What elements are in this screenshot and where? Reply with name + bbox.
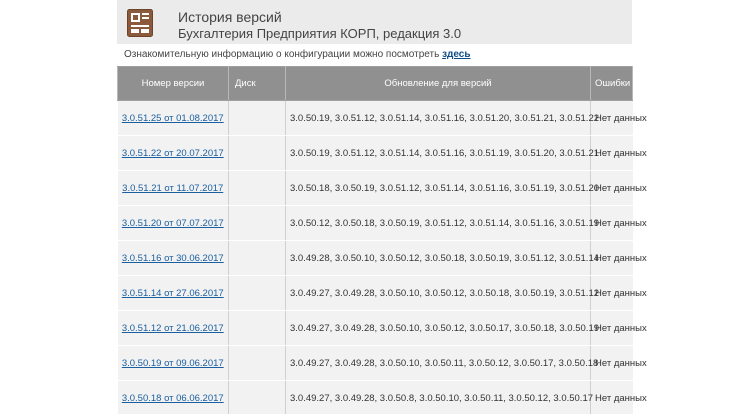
version-cell: 3.0.51.14 от 27.06.2017 [117, 275, 229, 311]
disk-cell [228, 380, 286, 414]
updates-cell: 3.0.50.18, 3.0.50.19, 3.0.51.12, 3.0.51.… [285, 170, 599, 206]
table-header-row: Номер версии Диск Обновление для версий … [117, 66, 633, 101]
version-link[interactable]: 3.0.51.22 от 20.07.2017 [122, 148, 224, 159]
updates-cell: 3.0.50.19, 3.0.51.12, 3.0.51.14, 3.0.51.… [285, 100, 599, 136]
version-cell: 3.0.51.16 от 30.06.2017 [117, 240, 229, 276]
updates-cell: 3.0.49.27, 3.0.49.28, 3.0.50.10, 3.0.50.… [285, 275, 599, 311]
updates-cell: 3.0.50.12, 3.0.50.18, 3.0.50.19, 3.0.51.… [285, 205, 599, 241]
column-header-updates: Обновление для версий [285, 66, 591, 101]
page-title: История версий [178, 9, 282, 25]
version-cell: 3.0.51.21 от 11.07.2017 [117, 170, 229, 206]
updates-cell: 3.0.49.27, 3.0.49.28, 3.0.50.8, 3.0.50.1… [285, 380, 593, 414]
configuration-subtitle: Бухгалтерия Предприятия КОРП, редакция 3… [178, 26, 462, 41]
table-row: 3.0.51.14 от 27.06.2017 3.0.49.27, 3.0.4… [117, 275, 647, 311]
errors-cell: Нет данных [590, 345, 647, 381]
errors-cell: Нет данных [590, 205, 647, 241]
version-link[interactable]: 3.0.51.21 от 11.07.2017 [122, 183, 223, 194]
errors-cell: Нет данных [590, 170, 647, 206]
disk-cell [228, 345, 286, 381]
version-cell: 3.0.51.25 от 01.08.2017 [117, 100, 229, 136]
table-row: 3.0.51.16 от 30.06.2017 3.0.49.28, 3.0.5… [117, 240, 647, 276]
updates-cell: 3.0.49.27, 3.0.49.28, 3.0.50.10, 3.0.50.… [285, 345, 598, 381]
table-row: 3.0.50.19 от 09.06.2017 3.0.49.27, 3.0.4… [117, 345, 647, 381]
disk-cell [228, 170, 286, 206]
version-link[interactable]: 3.0.51.16 от 30.06.2017 [122, 253, 224, 264]
versions-table: Номер версии Диск Обновление для версий … [117, 66, 647, 414]
table-row: 3.0.51.22 от 20.07.2017 3.0.50.19, 3.0.5… [117, 135, 647, 171]
version-link[interactable]: 3.0.51.14 от 27.06.2017 [122, 288, 224, 299]
info-line: Ознакомительную информацию о конфигураци… [124, 49, 471, 60]
table-row: 3.0.51.21 от 11.07.2017 3.0.50.18, 3.0.5… [117, 170, 647, 206]
disk-cell [228, 205, 286, 241]
table-row: 3.0.50.18 от 06.06.2017 3.0.49.27, 3.0.4… [117, 380, 647, 414]
info-link[interactable]: здесь [442, 49, 470, 60]
version-link[interactable]: 3.0.50.18 от 06.06.2017 [122, 393, 224, 404]
errors-cell: Нет данных [590, 310, 647, 346]
version-cell: 3.0.50.18 от 06.06.2017 [117, 380, 229, 414]
updates-cell: 3.0.49.27, 3.0.49.28, 3.0.50.10, 3.0.50.… [285, 310, 599, 346]
disk-cell [228, 310, 286, 346]
column-header-disk: Диск [228, 66, 286, 101]
version-link[interactable]: 3.0.51.12 от 21.06.2017 [122, 323, 224, 334]
page-header: История версий Бухгалтерия Предприятия К… [117, 0, 632, 44]
configuration-logo-icon [127, 9, 153, 37]
errors-cell: Нет данных [590, 380, 647, 414]
version-link[interactable]: 3.0.51.25 от 01.08.2017 [122, 113, 224, 124]
disk-cell [228, 240, 286, 276]
updates-cell: 3.0.50.19, 3.0.51.12, 3.0.51.14, 3.0.51.… [285, 135, 599, 171]
updates-cell: 3.0.49.28, 3.0.50.10, 3.0.50.12, 3.0.50.… [285, 240, 599, 276]
errors-cell: Нет данных [590, 135, 647, 171]
version-link[interactable]: 3.0.51.20 от 07.07.2017 [122, 218, 224, 229]
version-cell: 3.0.51.22 от 20.07.2017 [117, 135, 229, 171]
info-text: Ознакомительную информацию о конфигураци… [124, 49, 443, 60]
table-row: 3.0.51.20 от 07.07.2017 3.0.50.12, 3.0.5… [117, 205, 647, 241]
disk-cell [228, 135, 286, 171]
version-cell: 3.0.51.20 от 07.07.2017 [117, 205, 229, 241]
disk-cell [228, 100, 286, 136]
errors-cell: Нет данных [590, 275, 647, 311]
page: История версий Бухгалтерия Предприятия К… [0, 0, 750, 414]
version-cell: 3.0.50.19 от 09.06.2017 [117, 345, 229, 381]
column-header-errors: Ошибки [590, 66, 633, 101]
column-header-version: Номер версии [117, 66, 229, 101]
disk-cell [228, 275, 286, 311]
version-link[interactable]: 3.0.50.19 от 09.06.2017 [122, 358, 224, 369]
table-row: 3.0.51.25 от 01.08.2017 3.0.50.19, 3.0.5… [117, 100, 647, 136]
version-cell: 3.0.51.12 от 21.06.2017 [117, 310, 229, 346]
errors-cell: Нет данных [590, 100, 647, 136]
errors-cell: Нет данных [590, 240, 647, 276]
table-row: 3.0.51.12 от 21.06.2017 3.0.49.27, 3.0.4… [117, 310, 647, 346]
